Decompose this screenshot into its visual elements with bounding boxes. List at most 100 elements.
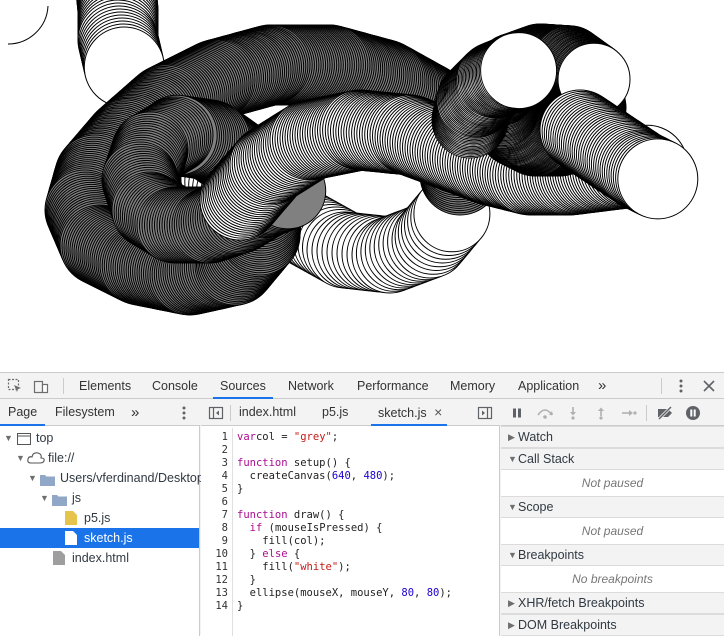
code-line[interactable]: } else {	[237, 548, 301, 561]
tree-item-top[interactable]: ▼ top	[0, 428, 199, 448]
tree-item-label: Users/vferdinand/Desktop	[60, 471, 204, 485]
editor-tab-index-html[interactable]: index.html	[239, 400, 296, 426]
tree-item-label: index.html	[72, 551, 129, 565]
editor-tab-p5-js[interactable]: p5.js	[322, 400, 348, 426]
line-number[interactable]: 13	[215, 587, 228, 600]
debugger-toolbar	[501, 400, 724, 426]
file-navigator: Page Filesystem » ▼ top ▼ file:// ▼ User…	[0, 400, 204, 636]
line-number[interactable]: 14	[215, 600, 228, 613]
breakpoints-status: No breakpoints	[501, 566, 724, 592]
frame-icon	[17, 431, 31, 445]
sketch-canvas[interactable]	[0, 0, 724, 372]
deactivate-breakpoints-icon[interactable]	[656, 404, 674, 422]
toggle-navigator-icon[interactable]	[207, 404, 225, 422]
line-number[interactable]: 12	[215, 574, 228, 587]
code-line[interactable]: createCanvas(640, 480);	[237, 470, 395, 483]
section-scope[interactable]: ▼ Scope	[501, 496, 724, 518]
section-title: Watch	[518, 430, 553, 444]
tab-elements[interactable]: Elements	[79, 373, 131, 399]
sketch-arc	[7, 5, 49, 45]
navigator-menu-icon[interactable]	[175, 404, 193, 422]
folder-icon	[40, 472, 55, 486]
cloud-icon	[27, 451, 45, 465]
tree-item-label: top	[36, 431, 54, 445]
expand-arrow-icon: ▼	[508, 502, 517, 512]
code-line[interactable]: }	[237, 574, 256, 587]
line-number[interactable]: 9	[222, 535, 228, 548]
pause-on-exceptions-icon[interactable]	[684, 404, 702, 422]
section-dom-breakpoints[interactable]: ▶ DOM Breakpoints	[501, 614, 724, 636]
code-line[interactable]: varcol = "grey";	[237, 431, 338, 444]
code-line[interactable]: function setup() {	[237, 457, 351, 470]
step-over-icon[interactable]	[536, 404, 554, 422]
line-number[interactable]: 8	[222, 522, 228, 535]
tab-memory[interactable]: Memory	[450, 373, 495, 399]
sketch-ellipse	[480, 32, 558, 110]
step-into-icon[interactable]	[564, 404, 582, 422]
tree-item-index-html[interactable]: index.html	[0, 548, 199, 568]
tab-sources[interactable]: Sources	[213, 373, 273, 399]
expand-arrow-icon: ▼	[28, 473, 37, 483]
line-number[interactable]: 2	[222, 444, 228, 457]
section-title: Scope	[518, 500, 554, 514]
code-line[interactable]: function draw() {	[237, 509, 344, 522]
device-toolbar-icon[interactable]	[32, 377, 50, 395]
expand-arrow-icon: ▶	[508, 598, 515, 608]
expand-arrow-icon: ▼	[4, 433, 13, 443]
section-breakpoints[interactable]: ▼ Breakpoints	[501, 544, 724, 566]
step-icon[interactable]	[620, 404, 638, 422]
pause-icon[interactable]	[508, 404, 526, 422]
js-file-icon	[65, 531, 77, 545]
tab-performance[interactable]: Performance	[357, 373, 429, 399]
step-out-icon[interactable]	[592, 404, 610, 422]
line-number[interactable]: 6	[222, 496, 228, 509]
tab-filesystem[interactable]: Filesystem	[55, 400, 115, 426]
section-xhr-breakpoints[interactable]: ▶ XHR/fetch Breakpoints	[501, 592, 724, 614]
code-line[interactable]: }	[237, 600, 243, 613]
tab-console[interactable]: Console	[152, 373, 198, 399]
expand-arrow-icon: ▼	[40, 493, 49, 503]
line-number[interactable]: 7	[222, 509, 228, 522]
tree-item-p5-js[interactable]: p5.js	[0, 508, 199, 528]
editor-tab-bar: index.html p5.js sketch.js ×	[201, 400, 500, 426]
code-line[interactable]: }	[237, 483, 243, 496]
tab-application[interactable]: Application	[518, 373, 579, 399]
editor-tab-sketch-js[interactable]: sketch.js ×	[371, 400, 448, 426]
line-number[interactable]: 1	[222, 431, 228, 444]
tree-item-js-folder[interactable]: ▼ js	[0, 488, 199, 508]
close-tab-icon[interactable]: ×	[434, 404, 442, 420]
close-icon[interactable]	[700, 377, 718, 395]
code-line[interactable]: if (mouseIsPressed) {	[237, 522, 383, 535]
expand-arrow-icon: ▼	[508, 550, 517, 560]
js-file-icon	[65, 511, 77, 525]
section-call-stack[interactable]: ▼ Call Stack	[501, 448, 724, 470]
sketch-drawing	[7, 0, 699, 316]
tab-page[interactable]: Page	[0, 400, 46, 426]
tree-item-file[interactable]: ▼ file://	[0, 448, 199, 468]
expand-arrow-icon: ▶	[508, 620, 515, 630]
code-line[interactable]: fill(col);	[237, 535, 325, 548]
expand-arrow-icon: ▼	[508, 454, 517, 464]
line-number[interactable]: 3	[222, 457, 228, 470]
line-number[interactable]: 4	[222, 470, 228, 483]
devtools-panel: Elements Console Sources Network Perform…	[0, 372, 724, 636]
tree-item-sketch-js[interactable]: sketch.js	[0, 528, 199, 548]
kebab-menu-icon[interactable]	[672, 377, 690, 395]
code-line[interactable]: ellipse(mouseX, mouseY, 80, 80);	[237, 587, 452, 600]
tab-network[interactable]: Network	[288, 373, 334, 399]
inspect-element-icon[interactable]	[6, 377, 24, 395]
debugger-sidebar: ▶ Watch ▼ Call Stack Not paused ▼ Scope …	[501, 400, 724, 636]
call-stack-status: Not paused	[501, 470, 724, 496]
more-tabs-icon[interactable]: »	[598, 373, 606, 399]
section-watch[interactable]: ▶ Watch	[501, 426, 724, 448]
toggle-debugger-icon[interactable]	[476, 404, 494, 422]
line-number[interactable]: 5	[222, 483, 228, 496]
line-number[interactable]: 11	[215, 561, 228, 574]
navigator-more-icon[interactable]: »	[131, 400, 139, 426]
section-title: Breakpoints	[518, 548, 585, 562]
code-line[interactable]: fill("white");	[237, 561, 351, 574]
folder-icon	[52, 492, 67, 506]
tree-item-label: file://	[48, 451, 75, 465]
tree-item-desktop-folder[interactable]: ▼ Users/vferdinand/Desktop	[0, 468, 204, 488]
line-number[interactable]: 10	[215, 548, 228, 561]
